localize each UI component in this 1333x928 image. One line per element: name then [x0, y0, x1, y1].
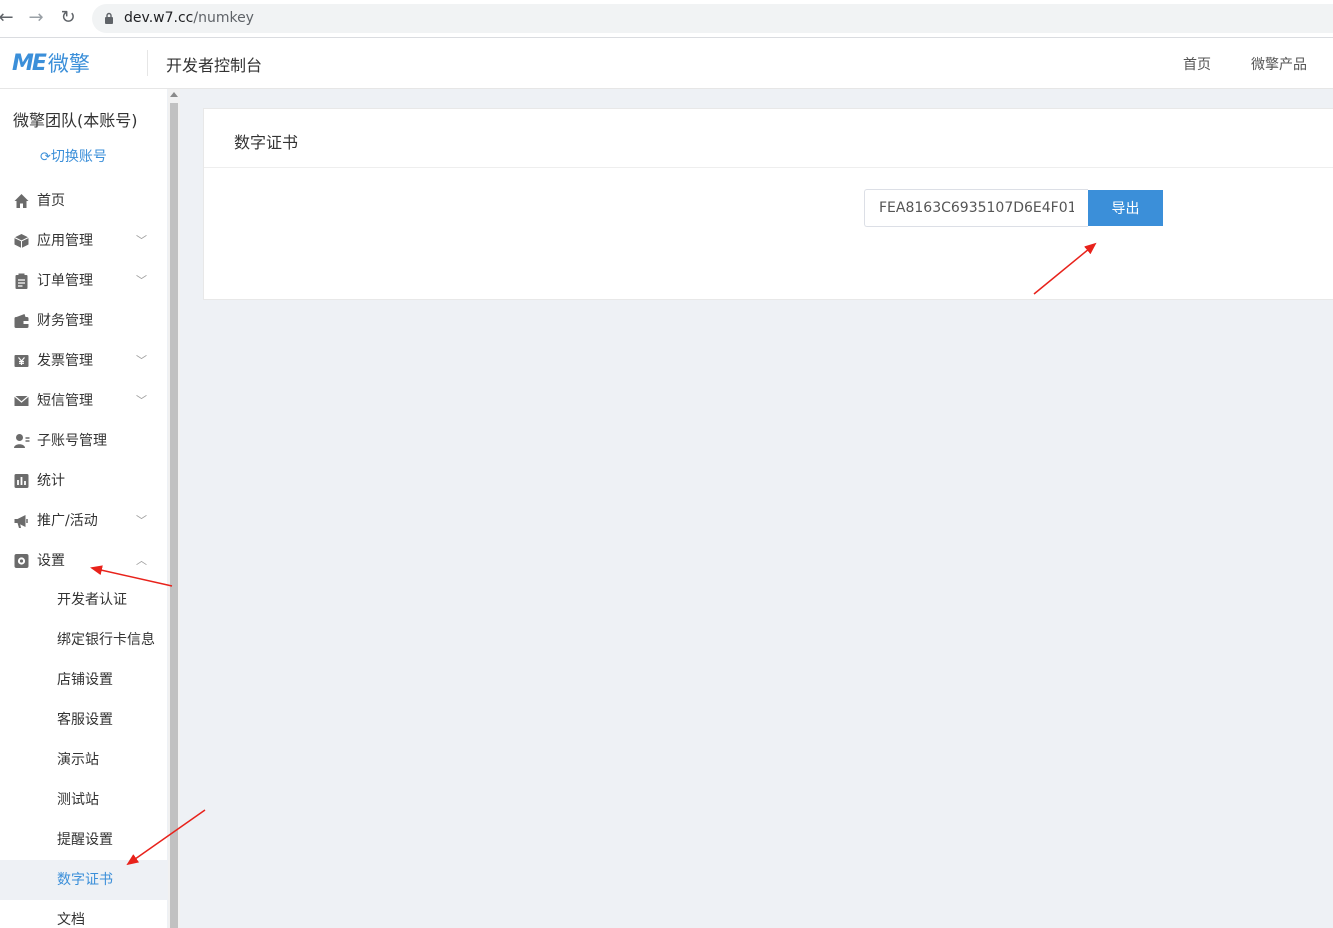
sidebar-item-invoice-management[interactable]: 发票管理 ﹀: [0, 341, 167, 381]
sidebar-item-label: 短信管理: [37, 393, 93, 409]
sidebar-item-statistics[interactable]: 统计: [0, 461, 167, 501]
sidebar-item-subaccount-management[interactable]: 子账号管理: [0, 421, 167, 461]
card-title: 数字证书: [234, 133, 299, 152]
bar-chart-icon: [14, 474, 29, 488]
chevron-down-icon: ﹀: [136, 394, 147, 407]
sidebar-item-settings[interactable]: 设置 ︿: [0, 541, 167, 581]
address-bar[interactable]: dev.w7.cc/numkey: [92, 4, 1333, 33]
chevron-down-icon: ﹀: [136, 514, 147, 527]
megaphone-icon: [14, 515, 28, 528]
sidebar-subitem-label: 文档: [57, 912, 85, 928]
user-icon: [14, 434, 30, 448]
sidebar-subitem-label: 店铺设置: [57, 672, 113, 688]
sidebar-subitem-docs[interactable]: 文档: [0, 900, 167, 928]
refresh-icon: ⟳: [40, 150, 51, 165]
sidebar-item-home[interactable]: 首页: [0, 181, 167, 221]
sidebar-item-label: 推广/活动: [37, 513, 98, 529]
sidebar-item-label: 子账号管理: [37, 433, 107, 449]
sidebar-subitem-label: 客服设置: [57, 712, 113, 728]
sidebar-scroll-thumb[interactable]: [170, 103, 178, 928]
header-divider: [147, 50, 148, 76]
digital-certificate-card: 数字证书 导出: [203, 108, 1333, 300]
clipboard-icon: [15, 273, 28, 289]
gear-icon: [14, 554, 29, 568]
scroll-up-arrow-icon[interactable]: [170, 92, 178, 97]
switch-account-label: 切换账号: [50, 149, 107, 165]
home-icon: [14, 194, 29, 208]
sidebar-subitem-label: 测试站: [57, 792, 99, 808]
sidebar-item-finance-management[interactable]: 财务管理: [0, 301, 167, 341]
cube-icon: [14, 234, 29, 248]
sidebar-subitem-developer-certification[interactable]: 开发者认证: [0, 580, 167, 620]
switch-account-link[interactable]: ⟳切换账号: [40, 146, 107, 166]
forward-arrow-icon[interactable]: →: [26, 8, 46, 28]
app-header: ME 微擎 开发者控制台 首页 微擎产品: [0, 38, 1333, 89]
sidebar-scrollbar[interactable]: [168, 89, 180, 928]
sidebar-item-promotion[interactable]: 推广/活动 ﹀: [0, 501, 167, 541]
sidebar-item-sms-management[interactable]: 短信管理 ﹀: [0, 381, 167, 421]
header-link-home[interactable]: 首页: [1183, 54, 1211, 74]
sidebar-item-label: 首页: [37, 193, 65, 209]
yen-icon: [14, 355, 29, 367]
sidebar: 微擎团队(本账号) ⟳切换账号 首页 应用管理 ﹀ 订单管理 ﹀ 财务管理 发票…: [0, 89, 167, 928]
sidebar-subitem-label: 提醒设置: [57, 832, 113, 848]
chevron-down-icon: ﹀: [136, 354, 147, 367]
chevron-up-icon: ︿: [136, 554, 147, 567]
card-divider: [204, 167, 1333, 168]
team-name: 微擎团队(本账号): [13, 111, 138, 130]
sidebar-item-app-management[interactable]: 应用管理 ﹀: [0, 221, 167, 261]
certificate-key-input[interactable]: [864, 189, 1088, 227]
logo-text: 微擎: [47, 52, 90, 76]
sidebar-subitem-label: 数字证书: [57, 872, 113, 888]
header-link-products[interactable]: 微擎产品: [1251, 54, 1307, 74]
sidebar-item-label: 发票管理: [37, 353, 93, 369]
sidebar-item-label: 订单管理: [37, 273, 93, 289]
sidebar-subitem-label: 开发者认证: [57, 592, 127, 608]
sidebar-subitem-reminder-settings[interactable]: 提醒设置: [0, 820, 167, 860]
export-button[interactable]: 导出: [1088, 190, 1163, 226]
sidebar-item-label: 统计: [37, 473, 65, 489]
reload-icon[interactable]: ↻: [58, 8, 78, 28]
logo-mark: ME: [12, 50, 47, 76]
sidebar-subitem-bank-card[interactable]: 绑定银行卡信息: [0, 620, 167, 660]
sidebar-subitem-digital-certificate[interactable]: 数字证书: [0, 860, 167, 900]
sidebar-subitem-demo-site[interactable]: 演示站: [0, 740, 167, 780]
sidebar-subitem-label: 绑定银行卡信息: [57, 632, 155, 648]
chevron-down-icon: ﹀: [136, 234, 147, 247]
wallet-icon: [14, 314, 29, 328]
sidebar-item-order-management[interactable]: 订单管理 ﹀: [0, 261, 167, 301]
sidebar-item-label: 设置: [37, 553, 65, 569]
sidebar-subitem-shop-settings[interactable]: 店铺设置: [0, 660, 167, 700]
console-title: 开发者控制台: [166, 56, 263, 75]
chevron-down-icon: ﹀: [136, 274, 147, 287]
sidebar-item-label: 应用管理: [37, 233, 93, 249]
lock-icon: [105, 12, 113, 24]
browser-toolbar: ← → ↻ dev.w7.cc/numkey: [0, 0, 1333, 38]
sidebar-subitem-test-site[interactable]: 测试站: [0, 780, 167, 820]
sidebar-item-label: 财务管理: [37, 313, 93, 329]
sidebar-subitem-customer-service[interactable]: 客服设置: [0, 700, 167, 740]
logo[interactable]: ME 微擎: [12, 50, 90, 77]
url-text: dev.w7.cc/numkey: [124, 10, 254, 26]
url-path: /numkey: [193, 10, 254, 26]
sidebar-subitem-label: 演示站: [57, 752, 99, 768]
envelope-icon: [14, 395, 29, 406]
back-arrow-icon[interactable]: ←: [0, 8, 16, 28]
url-host: dev.w7.cc: [124, 10, 194, 26]
